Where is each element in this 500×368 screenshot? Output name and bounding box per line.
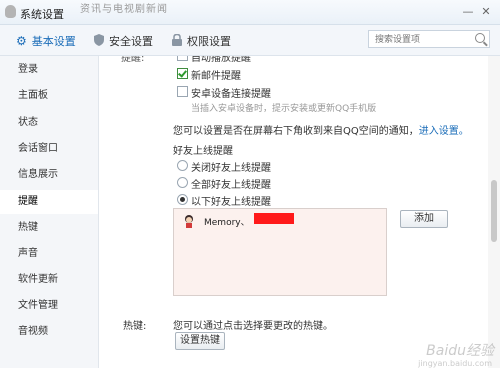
new-mail-checkbox[interactable] — [177, 68, 188, 79]
autoplay-checkbox[interactable] — [177, 56, 188, 61]
gear-icon: ⚙ — [16, 34, 27, 48]
tab-label: 权限设置 — [187, 35, 231, 48]
hotkey-description: 您可以通过点击选择要更改的热键。 — [173, 321, 333, 332]
sidebar-item-main-panel[interactable]: 主面板 — [0, 84, 98, 108]
background-window-title: 资讯与电视剧新闻 — [80, 4, 168, 15]
baidu-watermark-url: jingyan.baidu.com — [418, 359, 492, 368]
qzone-notice-label: 您可以设置是否在屏幕右下角收到来自QQ空间的通知， — [173, 126, 419, 137]
friend-online-title: 好友上线提醒 — [173, 146, 233, 157]
tab-basic-settings[interactable]: ⚙ 基本设置 — [16, 33, 76, 49]
sidebar-item-audio-video[interactable]: 音视频 — [0, 320, 98, 344]
autoplay-label: 自动播放提醒 — [191, 56, 251, 64]
search-input[interactable] — [373, 32, 477, 48]
radio-selected-label: 以下好友上线提醒 — [191, 197, 271, 208]
radio-disable-label: 关闭好友上线提醒 — [191, 163, 271, 174]
sidebar-item-sound[interactable]: 声音 — [0, 242, 98, 266]
window-title: 系统设置 — [20, 8, 64, 21]
radio-selected-friends-online[interactable] — [177, 194, 188, 205]
friend-list-item: Memory、 — [204, 218, 250, 228]
qq-penguin-icon — [5, 5, 16, 18]
sidebar-item-reminders[interactable]: 提醒 — [0, 190, 98, 214]
radio-all-friends-online[interactable] — [177, 177, 188, 188]
settings-content: 提醒: 自动播放提醒 新邮件提醒 安卓设备连接提醒 当插入安卓设备时，提示安装或… — [99, 56, 488, 368]
qzone-notice-text: 您可以设置是否在屏幕右下角收到来自QQ空间的通知，进入设置。 — [173, 122, 469, 137]
title-bar: 系统设置 资讯与电视剧新闻 — ✕ — [0, 0, 500, 25]
radio-disable-friend-online[interactable] — [177, 160, 188, 171]
set-hotkey-button[interactable]: 设置热键 — [175, 332, 225, 350]
android-connect-label: 安卓设备连接提醒 — [191, 89, 271, 100]
new-mail-label: 新邮件提醒 — [191, 71, 241, 82]
scrollbar-thumb[interactable] — [491, 180, 497, 242]
baidu-watermark: Baidu经验 — [426, 343, 494, 359]
sidebar-item-software-update[interactable]: 软件更新 — [0, 268, 98, 292]
search-icon[interactable] — [475, 33, 485, 43]
tab-bar: ⚙ 基本设置 安全设置 权限设置 — [0, 25, 500, 56]
sidebar-item-status[interactable]: 状态 — [0, 111, 98, 135]
qzone-settings-link[interactable]: 进入设置。 — [419, 126, 469, 137]
tab-label: 基本设置 — [31, 35, 76, 48]
search-box[interactable] — [368, 30, 490, 48]
sidebar-item-chat-window[interactable]: 会话窗口 — [0, 137, 98, 161]
sidebar-item-info-display[interactable]: 信息展示 — [0, 163, 98, 187]
lock-icon — [172, 33, 182, 49]
friend-list-box[interactable]: Memory、 — [173, 208, 387, 296]
redacted-friend-name — [254, 213, 294, 224]
sidebar-item-login[interactable]: 登录 — [0, 58, 98, 82]
section-label-reminders: 提醒: — [121, 56, 145, 64]
android-connect-hint: 当插入安卓设备时，提示安装或更新QQ手机版 — [191, 104, 377, 114]
shield-icon — [94, 33, 104, 49]
radio-all-label: 全部好友上线提醒 — [191, 180, 271, 191]
tab-label: 安全设置 — [109, 35, 153, 48]
hotkey-section-label: 热键: — [123, 321, 147, 332]
sidebar-item-file-management[interactable]: 文件管理 — [0, 294, 98, 318]
friend-avatar-icon — [182, 214, 196, 231]
minimize-icon[interactable]: — — [462, 6, 474, 18]
tab-security-settings[interactable]: 安全设置 — [94, 33, 153, 49]
close-icon[interactable]: ✕ — [480, 6, 492, 18]
tab-permission-settings[interactable]: 权限设置 — [172, 33, 231, 49]
sidebar-item-hotkeys[interactable]: 热键 — [0, 216, 98, 240]
android-connect-checkbox[interactable] — [177, 86, 188, 97]
add-friend-button[interactable]: 添加 — [400, 210, 448, 228]
sidebar: 登录 主面板 状态 会话窗口 信息展示 提醒 热键 声音 软件更新 文件管理 音… — [0, 56, 99, 368]
